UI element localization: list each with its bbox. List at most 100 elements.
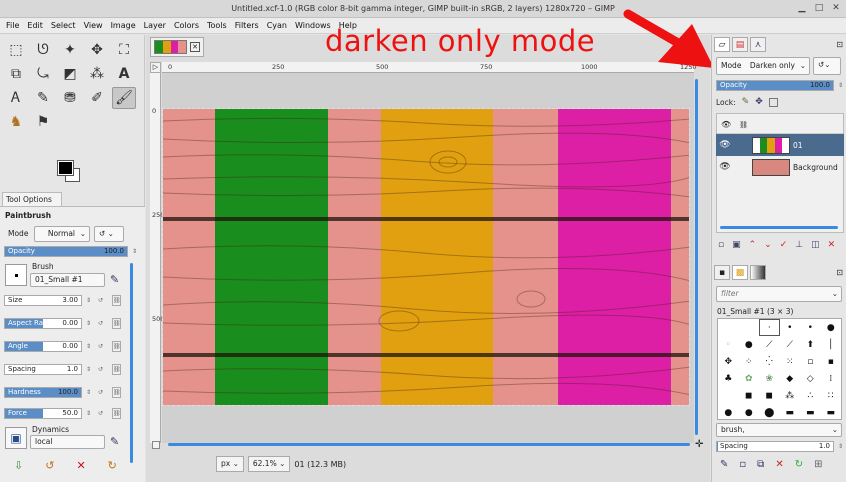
anchor-icon[interactable]: ✓ <box>780 240 788 250</box>
angle-chain-icon[interactable]: ⛓ <box>112 341 121 352</box>
rect-select-icon[interactable]: ⬚ <box>4 39 28 61</box>
brush-cell[interactable]: ▬ <box>821 404 842 421</box>
maximize-icon[interactable]: □ <box>813 2 825 14</box>
close-icon[interactable]: ✕ <box>830 2 842 14</box>
brush-cell[interactable]: ◆ <box>780 370 801 387</box>
brush-cell[interactable]: │ <box>821 336 842 353</box>
gradients-tab-icon[interactable] <box>750 265 766 280</box>
brush-cell[interactable] <box>718 319 739 336</box>
unit-select[interactable]: px ⌄ <box>216 456 244 472</box>
layer-row-background[interactable]: 👁 Background <box>716 156 844 178</box>
new-brush-icon[interactable]: ▫ <box>739 459 746 470</box>
paint-bucket-icon[interactable]: ◩ <box>58 63 82 85</box>
eye-icon[interactable]: 👁 <box>716 162 734 172</box>
menu-file[interactable]: File <box>4 18 25 33</box>
edit-brush-icon[interactable]: ✎ <box>110 273 119 286</box>
brush-cell[interactable]: ⁛ <box>759 353 780 370</box>
layer-opacity-slider[interactable]: Opacity 100.0 <box>716 80 834 91</box>
aspect-reset-icon[interactable]: ↺ <box>96 319 105 328</box>
brush-dock-menu-icon[interactable]: ⊡ <box>836 268 843 277</box>
new-group-icon[interactable]: ▣ <box>732 240 741 250</box>
brush-name-field[interactable]: 01_Small #1 <box>30 273 105 287</box>
brush-cell[interactable]: • <box>800 319 821 336</box>
edit-brush-icon[interactable]: ✎ <box>720 459 728 470</box>
brush-grid[interactable]: · • • ● ◦ ● ⟋ ⟋ ⬆ │ ✥ ⁘ ⁛ ⁙ ▫ ▪ ♣ ✿ ❀ ◆ … <box>717 318 842 420</box>
raise-layer-icon[interactable]: ⌃ <box>749 240 757 250</box>
brush-cell[interactable]: ⟋ <box>780 336 801 353</box>
brush-preview[interactable] <box>5 264 27 286</box>
tool-options-tab[interactable]: Tool Options <box>2 192 62 206</box>
size-chain-icon[interactable]: ⛓ <box>112 295 121 306</box>
menu-tools[interactable]: Tools <box>205 18 233 33</box>
dynamics-field[interactable]: local <box>30 435 105 449</box>
brush-cell[interactable] <box>718 387 739 404</box>
lock-pixels-icon[interactable]: ✎ <box>742 97 750 107</box>
paintbrush-icon[interactable]: 🖌 <box>112 87 136 109</box>
stamp-icon[interactable]: ⛃ <box>58 87 82 109</box>
color-picker-icon[interactable]: ⚑ <box>31 111 55 133</box>
menu-select[interactable]: Select <box>49 18 82 33</box>
save-preset-icon[interactable]: ⇩ <box>14 459 23 472</box>
restore-preset-icon[interactable]: ↺ <box>45 459 54 472</box>
spacing-slider[interactable]: Spacing 1.0 <box>4 364 82 375</box>
move-icon[interactable]: ✥ <box>85 39 109 61</box>
brush-cell[interactable]: ⟋ <box>759 336 780 353</box>
brush-cell[interactable]: ∷ <box>821 387 842 404</box>
menu-view[interactable]: View <box>82 18 109 33</box>
brush-filter-field[interactable]: filter ⌄ <box>716 286 842 302</box>
layers-tab-icon[interactable]: ▱ <box>714 37 730 52</box>
layer-opacity-spin-icon[interactable]: ⇕ <box>836 81 845 90</box>
image-canvas[interactable] <box>162 108 690 406</box>
opacity-slider[interactable]: Opacity 100.0 <box>4 246 128 257</box>
delete-layer-icon[interactable]: ✕ <box>828 240 836 250</box>
reset-options-icon[interactable]: ↻ <box>108 459 117 472</box>
fuzzy-select-icon[interactable]: ✦ <box>58 39 82 61</box>
angle-reset-icon[interactable]: ↺ <box>96 342 105 351</box>
menu-layer[interactable]: Layer <box>142 18 172 33</box>
horizontal-scrollbar[interactable] <box>168 443 690 446</box>
zoom-select[interactable]: 62.1% ⌄ <box>247 456 291 472</box>
navigate-icon[interactable]: ✛ <box>695 439 703 450</box>
brush-cell[interactable]: ▫ <box>800 353 821 370</box>
hardness-chain-icon[interactable]: ⛓ <box>112 387 121 398</box>
brush-cell[interactable]: ⬆ <box>800 336 821 353</box>
menu-filters[interactable]: Filters <box>233 18 265 33</box>
minimize-icon[interactable]: ▁ <box>796 2 808 14</box>
warp-icon[interactable]: ⤿ <box>31 63 55 85</box>
size-slider[interactable]: Size 3.00 <box>4 295 82 306</box>
lock-position-icon[interactable]: ✥ <box>755 97 763 107</box>
pencil-icon[interactable]: ✎ <box>31 87 55 109</box>
brush-cell[interactable]: ∴ <box>800 387 821 404</box>
layer-list-scrollbar[interactable] <box>720 226 838 229</box>
spacing-spin-icon[interactable]: ⇕ <box>84 365 93 374</box>
layer-name-01[interactable]: 01 <box>793 141 803 150</box>
force-chain-icon[interactable]: ⛓ <box>112 408 121 419</box>
brush-cell[interactable]: ◦ <box>718 336 739 353</box>
brush-cell[interactable]: ◼ <box>739 387 760 404</box>
force-spin-icon[interactable]: ⇕ <box>84 409 93 418</box>
spacing-reset-icon[interactable]: ↺ <box>96 365 105 374</box>
brush-cell[interactable]: ● <box>739 336 760 353</box>
brush-cell[interactable] <box>739 319 760 336</box>
fg-bg-colors[interactable] <box>56 159 86 185</box>
clone-icon[interactable]: ⁂ <box>85 63 109 85</box>
brush-cell[interactable]: · <box>759 319 780 336</box>
dock-menu-icon[interactable]: ⊡ <box>836 40 843 49</box>
brush-cell[interactable]: ⁘ <box>739 353 760 370</box>
brush-cell[interactable]: ✿ <box>739 370 760 387</box>
hardness-reset-icon[interactable]: ↺ <box>96 388 105 397</box>
merge-down-icon[interactable]: ⊥ <box>795 240 803 250</box>
brush-cell[interactable]: ⁙ <box>780 353 801 370</box>
brush-cell[interactable]: ▬ <box>780 404 801 421</box>
menu-cyan[interactable]: Cyan <box>265 18 293 33</box>
layer-mode-reset-button[interactable]: ↺⌄ <box>813 57 841 75</box>
brush-cell[interactable]: ⁞ <box>821 370 842 387</box>
aspect-spin-icon[interactable]: ⇕ <box>84 319 93 328</box>
zoom-toggle-icon[interactable] <box>152 441 160 449</box>
opacity-spin-icon[interactable]: ⇕ <box>130 247 139 256</box>
new-layer-icon[interactable]: ▫ <box>718 240 724 250</box>
lock-alpha-icon[interactable] <box>768 97 778 107</box>
brush-spacing-spin-icon[interactable]: ⇕ <box>836 442 845 451</box>
brush-cell[interactable]: ❀ <box>759 370 780 387</box>
brush-tag-field[interactable]: brush, ⌄ <box>716 423 842 437</box>
